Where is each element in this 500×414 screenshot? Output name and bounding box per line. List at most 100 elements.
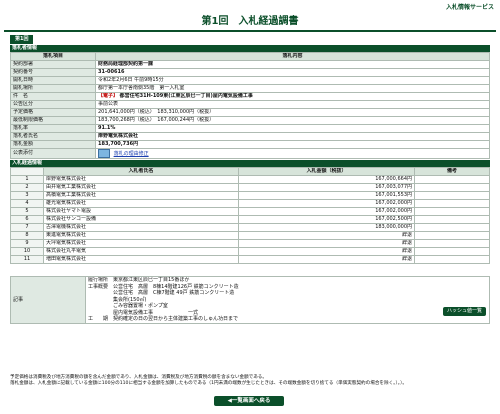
info-label: 落札者氏名 <box>10 132 96 141</box>
service-name: 入札情報サービス <box>445 4 494 11</box>
bidder-name: 株式会社丸平電気 <box>43 247 239 256</box>
bid-no: 2 <box>10 183 44 192</box>
bid-row: 6 株式会社サンコー設備 167,002,500円 <box>10 215 490 224</box>
bid-remark <box>414 231 490 240</box>
pdf-icon[interactable] <box>98 149 110 158</box>
info-value: 都庁第一本庁舎南側35階 第一入札室 <box>95 84 490 93</box>
bid-row: 7 古澤電機株式会社 183,000,000円 <box>10 223 490 232</box>
bid-remark <box>414 239 490 248</box>
info-value: 201,641,000円（税込） 183,310,000円（税抜） <box>95 108 490 117</box>
bidder-name: 株式会社サンコー設備 <box>43 215 239 224</box>
info-label: 落札率 <box>10 124 96 133</box>
memo-table: 記事 履行場所 東京都江東区辰巳一丁目15番ほか 工事概要 公営住宅 高層 8棟1… <box>10 276 490 324</box>
info-value: 【電子】 都営住宅31H-109東(江東区辰巳一丁目)屋内電気設備工事 <box>95 92 490 101</box>
attachment-link[interactable]: 落札の理由修正 <box>114 151 149 157</box>
bid-amount: 183,000,000円 <box>238 223 415 232</box>
info-value: 落札の理由修正 <box>95 148 490 159</box>
info-label: 契約番号 <box>10 68 96 77</box>
subject-text: 都営住宅31H-109東(江東区辰巳一丁目)屋内電気設備工事 <box>119 93 253 100</box>
bid-amount: 辞退 <box>238 231 415 240</box>
info-row-amount: 落札金額 183,700,736円 <box>10 140 490 149</box>
bid-no: 9 <box>10 239 44 248</box>
bid-remark <box>414 247 490 256</box>
col-item-header: 落札項目 <box>10 52 96 61</box>
memo-section: 記事 履行場所 東京都江東区辰巳一丁目15番ほか 工事概要 公営住宅 高層 8棟1… <box>10 276 490 324</box>
col-amount-header: 入札金額（税抜） <box>238 167 415 176</box>
footnotes: 予定価格は消費税及び地方消費税の額を含んだ金額であり、入札金額は、消費税及び地方… <box>10 375 490 387</box>
info-value: 183,700,268円（税込） 167,000,244円（税抜） <box>95 116 490 125</box>
info-value: 31-00616 <box>95 68 490 77</box>
bid-remark <box>414 183 490 192</box>
title-divider <box>4 30 496 32</box>
bidder-name: 株式会社ヤマト電設 <box>43 207 239 216</box>
info-row-open-date: 開札日時 令和2年2月6日 午前9時15分 <box>10 76 490 85</box>
bid-amount: 辞退 <box>238 247 415 256</box>
bid-rows: 1 岸野電気株式会社 167,000,664円 2 由井電気工業株式会社 167,003,… <box>10 175 490 264</box>
info-row-department: 契約部署 財務局経理部契約第一課 <box>10 60 490 69</box>
bid-no: 1 <box>10 175 44 184</box>
bid-row: 1 岸野電気株式会社 167,000,664円 <box>10 175 490 184</box>
bid-no: 8 <box>10 231 44 240</box>
bidder-name: 増田電気株式会社 <box>43 255 239 264</box>
info-label: 開札日時 <box>10 76 96 85</box>
bid-row: 8 東進電気株式会社 辞退 <box>10 231 490 240</box>
back-to-list-button[interactable]: ◀一覧画面へ戻る <box>214 396 284 406</box>
memo-content: 履行場所 東京都江東区辰巳一丁目15番ほか 工事概要 公営住宅 高層 8棟14階建… <box>85 276 490 324</box>
bidder-name: 岸野電気株式会社 <box>43 175 239 184</box>
bidder-name: 大坪電気株式会社 <box>43 239 239 248</box>
info-label: 開札場所 <box>10 84 96 93</box>
bidder-name: 高橋電気工業株式会社 <box>43 191 239 200</box>
info-row-contract-no: 契約番号 31-00616 <box>10 68 490 77</box>
bid-amount: 167,001,553円 <box>238 191 415 200</box>
bid-history-heading: 入札経過情報 <box>10 160 490 167</box>
col-content-header: 落札内容 <box>95 52 490 61</box>
info-label: 公告区分 <box>10 100 96 109</box>
col-bidder-header: 入札者氏名 <box>43 167 239 176</box>
bid-history-section: 入札経過情報 入札者氏名 入札金額（税抜） 備考 1 岸野電気株式会社 167,00… <box>10 160 490 264</box>
bid-no: 3 <box>10 191 44 200</box>
info-value: 事前公表 <box>95 100 490 109</box>
bidder-name: 雄光電気株式会社 <box>43 199 239 208</box>
bid-remark <box>414 223 490 232</box>
bid-row: 2 由井電気工業株式会社 167,003,077円 <box>10 183 490 192</box>
info-value: 183,700,736円 <box>95 140 490 149</box>
info-row-attachment: 公表添付 落札の理由修正 <box>10 148 490 159</box>
info-value: 岸野電気株式会社 <box>95 132 490 141</box>
info-label: 予定価格 <box>10 108 96 117</box>
hash-list-button[interactable]: ハッシュ値一覧 <box>442 307 486 316</box>
info-label: 件 名 <box>10 92 96 101</box>
info-row-open-place: 開札場所 都庁第一本庁舎南側35階 第一入札室 <box>10 84 490 93</box>
bid-remark <box>414 215 490 224</box>
bid-no: 10 <box>10 247 44 256</box>
memo-label: 記事 <box>10 276 86 324</box>
memo-line: 工 期 契約確定の日の翌日から主体建築工事のしゅん功日まで <box>88 316 239 322</box>
bid-row: 11 増田電気株式会社 辞退 <box>10 255 490 264</box>
top-bar: 入札情報サービス <box>0 0 500 11</box>
col-no-header <box>10 167 44 176</box>
bid-remark <box>414 207 490 216</box>
tab-round-1[interactable]: 第1回 <box>10 35 34 44</box>
winner-info-section: 落札者情報 落札項目 落札内容 契約部署 財務局経理部契約第一課 契約番号 31… <box>10 45 490 159</box>
winner-info-heading: 落札者情報 <box>10 45 490 52</box>
bid-amount: 167,002,000円 <box>238 207 415 216</box>
bid-row: 3 高橋電気工業株式会社 167,001,553円 <box>10 191 490 200</box>
bid-amount: 167,002,000円 <box>238 199 415 208</box>
page-title: 第1回 入札経過調書 <box>201 16 299 27</box>
bid-no: 6 <box>10 215 44 224</box>
electronic-tag: 【電子】 <box>98 93 119 100</box>
info-row-planned-price: 予定価格 201,641,000円（税込） 183,310,000円（税抜） <box>10 108 490 117</box>
info-row-subject: 件 名 【電子】 都営住宅31H-109東(江東区辰巳一丁目)屋内電気設備工事 <box>10 92 490 101</box>
info-value: 令和2年2月6日 午前9時15分 <box>95 76 490 85</box>
info-label: 最低制限価格 <box>10 116 96 125</box>
footnote-2: 落札金額は、入札金額に記載している金額に100分の110に相当する金額を加算した… <box>10 381 407 386</box>
col-remark-header: 備考 <box>414 167 490 176</box>
bid-row: 10 株式会社丸平電気 辞退 <box>10 247 490 256</box>
bid-row: 4 雄光電気株式会社 167,002,000円 <box>10 199 490 208</box>
bidder-name: 東進電気株式会社 <box>43 231 239 240</box>
info-row-winner: 落札者氏名 岸野電気株式会社 <box>10 132 490 141</box>
bid-remark <box>414 255 490 264</box>
bid-table: 入札者氏名 入札金額（税抜） 備考 1 岸野電気株式会社 167,000,664円 2… <box>10 167 490 264</box>
info-label: 公表添付 <box>10 148 96 159</box>
bid-row: 9 大坪電気株式会社 辞退 <box>10 239 490 248</box>
bid-no: 7 <box>10 223 44 232</box>
